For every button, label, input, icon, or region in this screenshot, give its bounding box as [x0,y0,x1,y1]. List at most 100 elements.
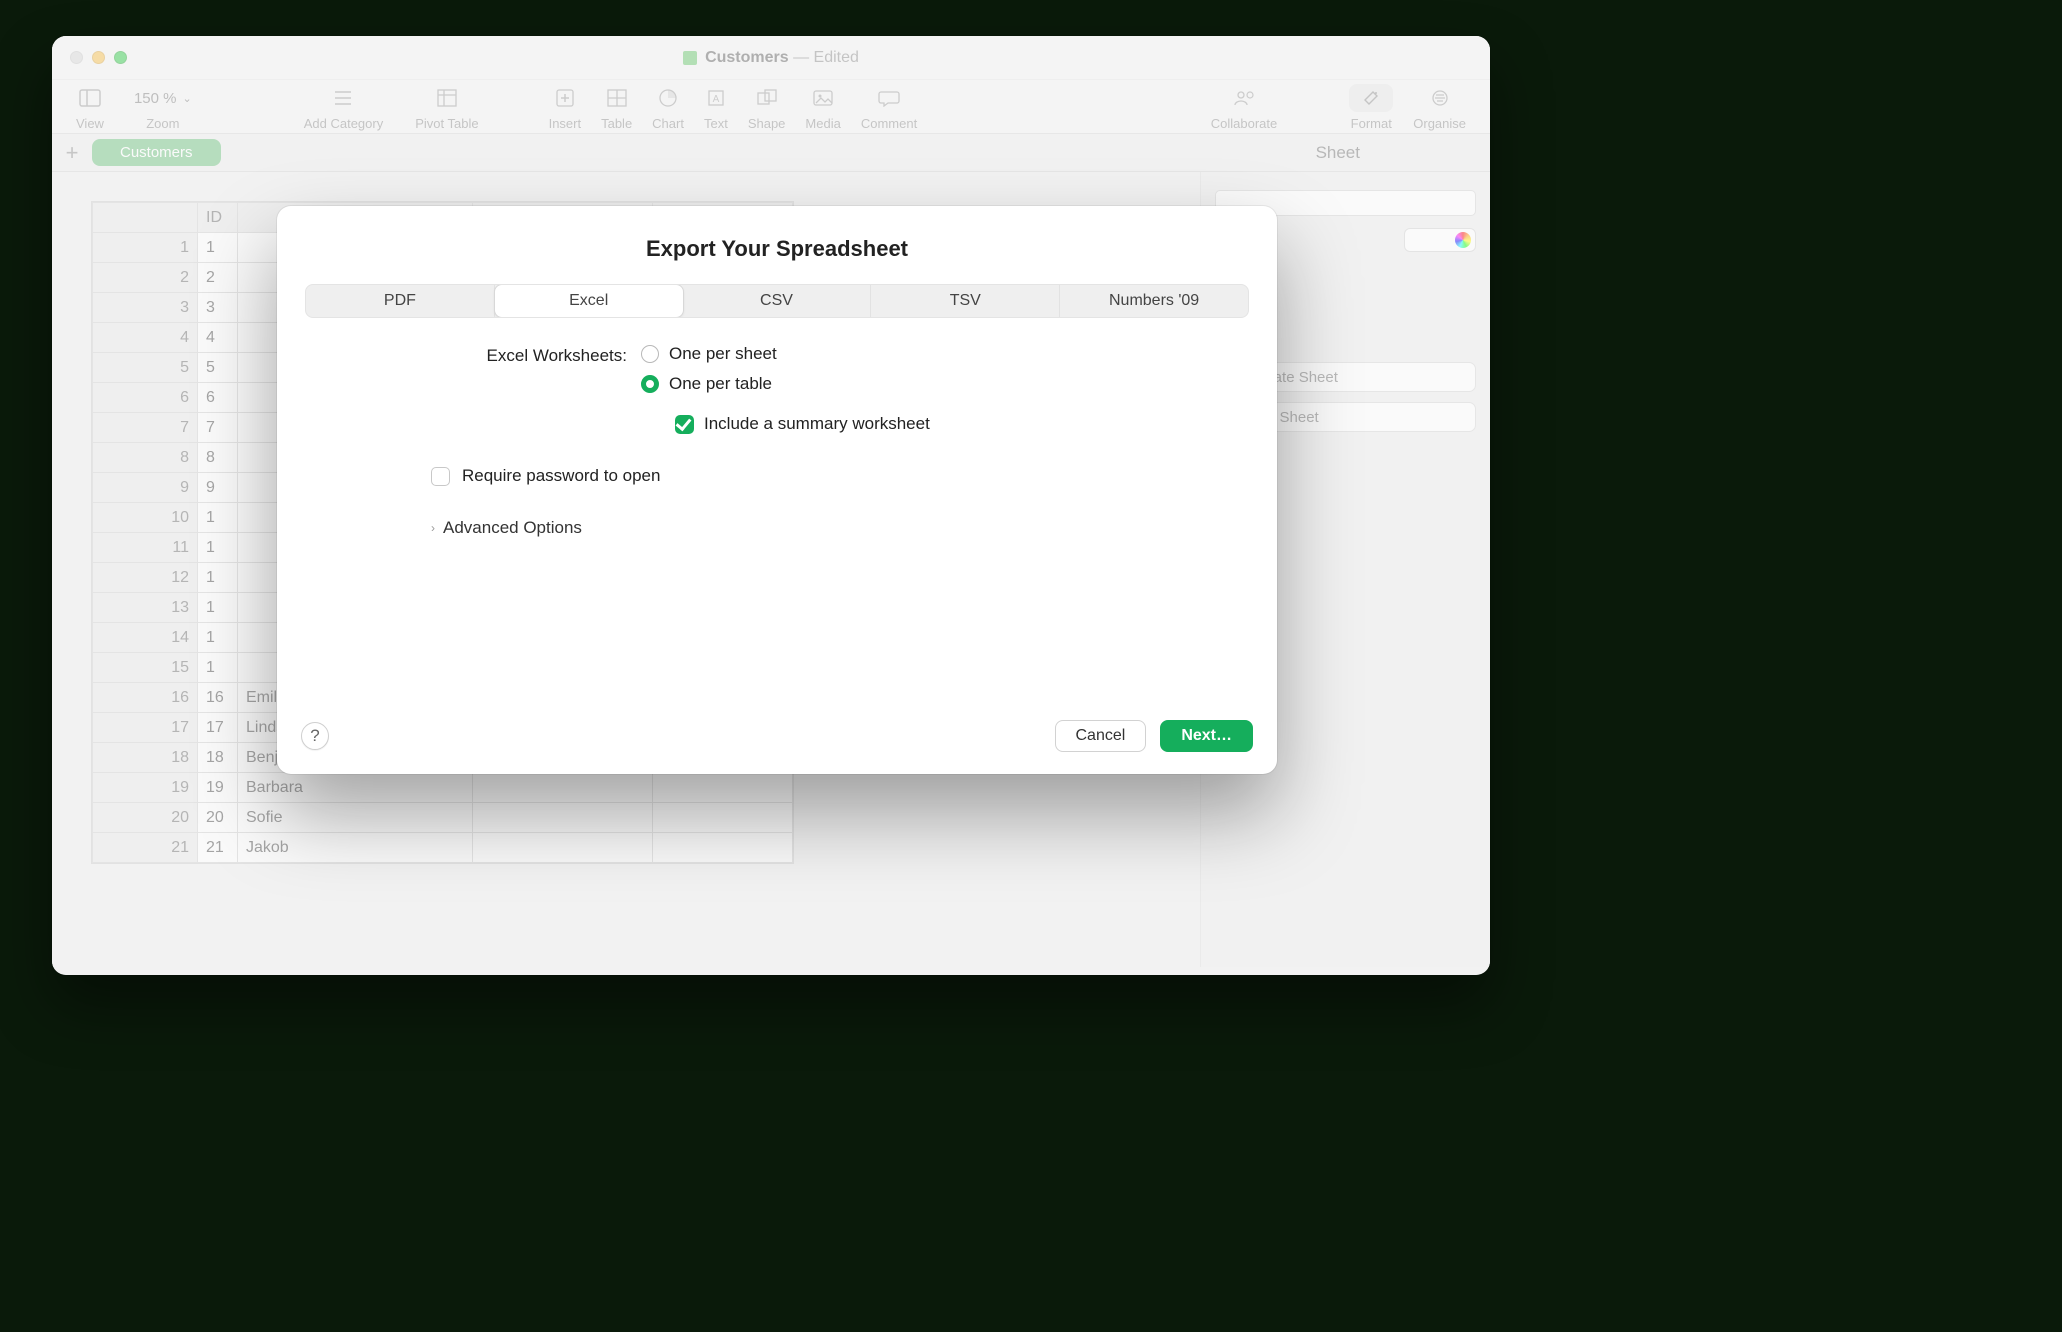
close-window-button[interactable] [70,51,83,64]
cell-id[interactable]: 19 [198,773,238,803]
row-number: 12 [93,563,198,593]
numbers-doc-icon [683,51,697,65]
export-dialog: Export Your Spreadsheet PDF Excel CSV TS… [277,206,1277,774]
cell-id[interactable]: 1 [198,563,238,593]
cell[interactable] [653,803,793,833]
export-tab-csv[interactable]: CSV [683,285,872,317]
cell-id[interactable]: 5 [198,353,238,383]
export-dialog-body: Excel Worksheets: One per sheet One per … [277,318,1277,720]
toolbar-pivot-label: Pivot Table [415,116,478,131]
cell-id[interactable]: 1 [198,653,238,683]
export-tab-tsv[interactable]: TSV [871,285,1060,317]
cell-id[interactable]: 1 [198,623,238,653]
sheet-tab-customers[interactable]: Customers [92,139,221,166]
radio-one-per-table[interactable]: One per table [641,374,930,394]
cell-name[interactable]: Barbara [238,773,473,803]
toolbar-zoom[interactable]: 150 %⌄ Zoom [114,84,212,131]
add-sheet-button[interactable]: + [52,140,92,166]
comment-icon [878,84,900,112]
row-number: 5 [93,353,198,383]
row-number: 11 [93,533,198,563]
toolbar-text-label: Text [704,116,728,131]
export-tab-excel[interactable]: Excel [494,284,684,318]
cell-id[interactable]: 6 [198,383,238,413]
toolbar-add-category[interactable]: Add Category [282,84,406,131]
export-tab-pdf[interactable]: PDF [306,285,495,317]
toolbar-insert-label: Insert [549,116,582,131]
export-format-tabs: PDF Excel CSV TSV Numbers '09 [305,284,1249,318]
cell-id[interactable]: 1 [198,233,238,263]
cell[interactable] [653,773,793,803]
cell-id[interactable]: 2 [198,263,238,293]
cell-id[interactable]: 17 [198,713,238,743]
cell-id[interactable]: 21 [198,833,238,863]
cell-id[interactable]: 3 [198,293,238,323]
cell-id[interactable]: 7 [198,413,238,443]
cell-id[interactable]: 8 [198,443,238,473]
traffic-lights [70,51,127,64]
toolbar-organise-label: Organise [1413,116,1466,131]
toolbar-insert[interactable]: Insert [539,84,592,131]
toolbar-media-label: Media [805,116,840,131]
toolbar-format[interactable]: Format [1339,84,1403,131]
radio-one-per-table-label: One per table [669,374,772,394]
cell-id[interactable]: 18 [198,743,238,773]
doc-status: Edited [814,49,859,66]
advanced-options-toggle[interactable]: › Advanced Options [431,518,1217,538]
require-password-label: Require password to open [462,466,660,486]
cell[interactable] [473,803,653,833]
table-row[interactable]: 2121Jakob [93,833,793,863]
row-number: 2 [93,263,198,293]
row-number: 19 [93,773,198,803]
toolbar-chart[interactable]: Chart [642,84,694,131]
help-button[interactable]: ? [301,722,329,750]
cell-id[interactable]: 1 [198,503,238,533]
toolbar-comment-label: Comment [861,116,917,131]
toolbar-media[interactable]: Media [795,84,850,131]
toolbar-organise[interactable]: Organise [1403,84,1476,131]
toolbar-shape-label: Shape [748,116,786,131]
toolbar-shape[interactable]: Shape [738,84,796,131]
cell[interactable] [473,833,653,863]
cell[interactable] [653,833,793,863]
cell-name[interactable]: Sofie [238,803,473,833]
pivot-icon [437,84,457,112]
cell-id[interactable]: 1 [198,593,238,623]
row-number: 6 [93,383,198,413]
cell-id[interactable]: 4 [198,323,238,353]
export-tab-numbers09[interactable]: Numbers '09 [1060,285,1248,317]
maximize-window-button[interactable] [114,51,127,64]
app-window: Customers — Edited View 150 %⌄ Zoom Add … [52,36,1490,975]
col-header-id[interactable]: ID [198,203,238,233]
toolbar-collaborate[interactable]: Collaborate [1189,84,1300,131]
export-dialog-footer: ? Cancel Next… [277,720,1277,774]
checkbox-checked-icon [675,415,694,434]
plus-box-icon [555,84,575,112]
media-icon [812,84,834,112]
cell-id[interactable]: 20 [198,803,238,833]
chevron-down-icon: ⌄ [183,92,192,105]
cell-id[interactable]: 16 [198,683,238,713]
cell-id[interactable]: 9 [198,473,238,503]
cell-name[interactable]: Jakob [238,833,473,863]
cell[interactable] [473,773,653,803]
minimize-window-button[interactable] [92,51,105,64]
cancel-button[interactable]: Cancel [1055,720,1147,752]
checkbox-require-password[interactable]: Require password to open [431,466,1217,486]
toolbar-table[interactable]: Table [591,84,642,131]
toolbar-view[interactable]: View [66,84,114,131]
toolbar-comment[interactable]: Comment [851,84,927,131]
cell-id[interactable]: 1 [198,533,238,563]
toolbar-text[interactable]: A Text [694,84,738,131]
toolbar-table-label: Table [601,116,632,131]
row-number: 17 [93,713,198,743]
toolbar-pivot-table[interactable]: Pivot Table [405,84,488,131]
advanced-options-label: Advanced Options [443,518,582,538]
table-row[interactable]: 1919Barbara [93,773,793,803]
next-button[interactable]: Next… [1160,720,1253,752]
zoom-control[interactable]: 150 %⌄ [124,84,202,112]
radio-one-per-sheet[interactable]: One per sheet [641,344,930,364]
sheet-color-picker[interactable] [1404,228,1476,252]
table-row[interactable]: 2020Sofie [93,803,793,833]
checkbox-include-summary[interactable]: Include a summary worksheet [675,414,930,434]
